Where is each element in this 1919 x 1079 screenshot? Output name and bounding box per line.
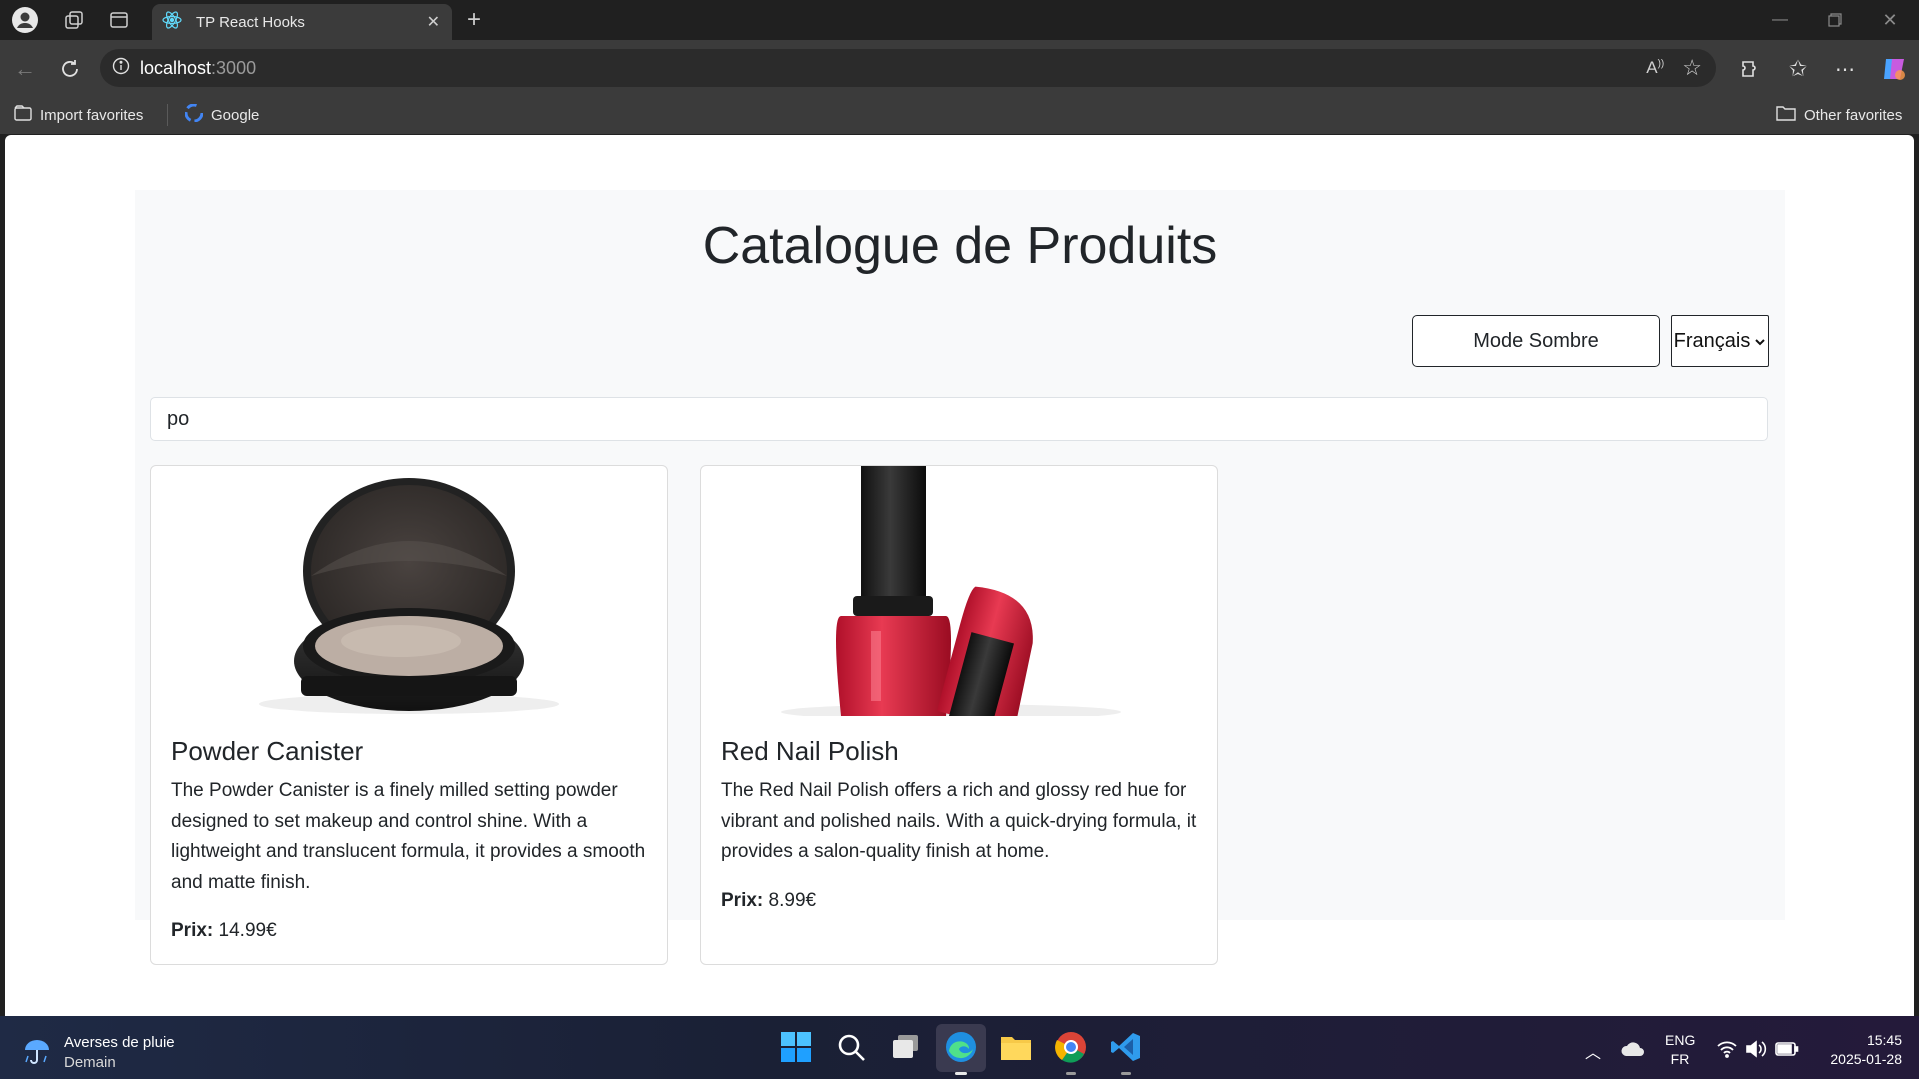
read-aloud-icon[interactable]: A)) (1646, 58, 1664, 78)
react-icon (162, 10, 182, 35)
page-title: Catalogue de Produits (702, 217, 1218, 275)
restore-icon[interactable] (1820, 6, 1850, 34)
price-label: Prix: (171, 920, 214, 941)
close-window-icon[interactable]: ✕ (1875, 6, 1905, 34)
url-text: localhost:3000 (140, 57, 257, 78)
chrome-running-indicator (1066, 1072, 1076, 1075)
reload-icon[interactable] (55, 54, 85, 84)
price-value: 14.99€ (218, 920, 277, 941)
rain-umbrella-icon (22, 1036, 52, 1071)
product-card: Red Nail Polish The Red Nail Polish offe… (700, 465, 1218, 965)
folder-icon (1776, 105, 1796, 125)
vertical-tabs-icon[interactable] (105, 6, 133, 34)
product-price: Prix: 8.99€ (721, 890, 816, 912)
language-select-value: Français (1673, 329, 1751, 352)
search-icon[interactable] (833, 1029, 869, 1065)
product-title: Powder Canister (171, 736, 364, 766)
more-menu-icon[interactable]: ⋯ (1830, 54, 1860, 84)
product-card: Powder Canister The Powder Canister is a… (150, 465, 668, 965)
address-bar[interactable]: localhost:3000 A)) ☆ (100, 49, 1716, 87)
favorites-icon[interactable]: ✩ (1783, 54, 1813, 84)
price-label: Prix: (721, 890, 764, 911)
chevron-down-icon (1754, 330, 1766, 353)
site-info-icon[interactable] (112, 57, 130, 80)
onedrive-icon[interactable] (1620, 1040, 1646, 1063)
edge-running-indicator (955, 1072, 967, 1075)
product-image-powder (151, 466, 667, 716)
favorite-star-icon[interactable]: ☆ (1682, 55, 1702, 81)
app-container: Catalogue de Produits Mode Sombre França… (135, 190, 1785, 965)
new-tab-icon[interactable]: + (460, 6, 488, 34)
dark-mode-button[interactable]: Mode Sombre (1412, 315, 1660, 367)
product-price: Prix: 14.99€ (171, 920, 277, 942)
clock-date: 2025-01-28 (1830, 1051, 1902, 1067)
product-description: The Powder Canister is a finely milled s… (171, 780, 646, 893)
copilot-icon[interactable] (1877, 52, 1911, 86)
other-favorites-link[interactable]: Other favorites (1776, 101, 1902, 129)
import-icon (14, 105, 32, 125)
input-language[interactable]: ENG FR (1665, 1031, 1695, 1069)
vscode-running-indicator (1121, 1072, 1131, 1075)
task-view-icon[interactable] (888, 1029, 924, 1065)
product-title: Red Nail Polish (721, 736, 899, 766)
minimize-icon[interactable]: — (1765, 6, 1795, 34)
language-select[interactable]: Français (1671, 315, 1769, 367)
wifi-icon[interactable] (1716, 1040, 1738, 1063)
profile-icon[interactable] (10, 4, 40, 36)
clock[interactable]: 15:45 2025-01-28 (1812, 1031, 1902, 1069)
file-explorer-icon[interactable] (998, 1029, 1034, 1065)
workspaces-icon[interactable] (60, 6, 88, 34)
clock-time: 15:45 (1866, 1032, 1902, 1048)
weather-title: Averses de pluie (64, 1034, 175, 1051)
volume-icon[interactable] (1745, 1040, 1767, 1063)
search-input[interactable]: po (150, 397, 1768, 441)
chrome-icon[interactable] (1053, 1029, 1089, 1065)
active-tab[interactable]: TP React Hooks ✕ (152, 4, 452, 40)
extensions-icon[interactable] (1735, 54, 1765, 84)
vscode-icon[interactable] (1108, 1029, 1144, 1065)
product-description: The Red Nail Polish offers a rich and gl… (721, 780, 1197, 862)
edge-icon[interactable] (943, 1029, 979, 1065)
back-icon[interactable]: ← (10, 54, 40, 84)
bookmarks-bar (0, 96, 1919, 134)
battery-icon[interactable] (1775, 1041, 1799, 1062)
close-tab-icon[interactable]: ✕ (427, 12, 440, 32)
bookmark-divider (167, 104, 168, 126)
google-bookmark[interactable]: Google (184, 101, 259, 129)
chevron-up-icon[interactable]: ︿ (1580, 1038, 1606, 1064)
page-viewport: Catalogue de Produits Mode Sombre França… (5, 135, 1914, 1016)
import-favorites-link[interactable]: Import favorites (14, 101, 143, 129)
google-icon (184, 103, 204, 126)
search-input-value: po (167, 407, 190, 430)
price-value: 8.99€ (768, 890, 817, 911)
tab-title: TP React Hooks (196, 13, 305, 31)
start-icon[interactable] (778, 1029, 814, 1065)
product-image-nail-polish (701, 466, 1217, 732)
weather-subtitle: Demain (64, 1054, 116, 1071)
